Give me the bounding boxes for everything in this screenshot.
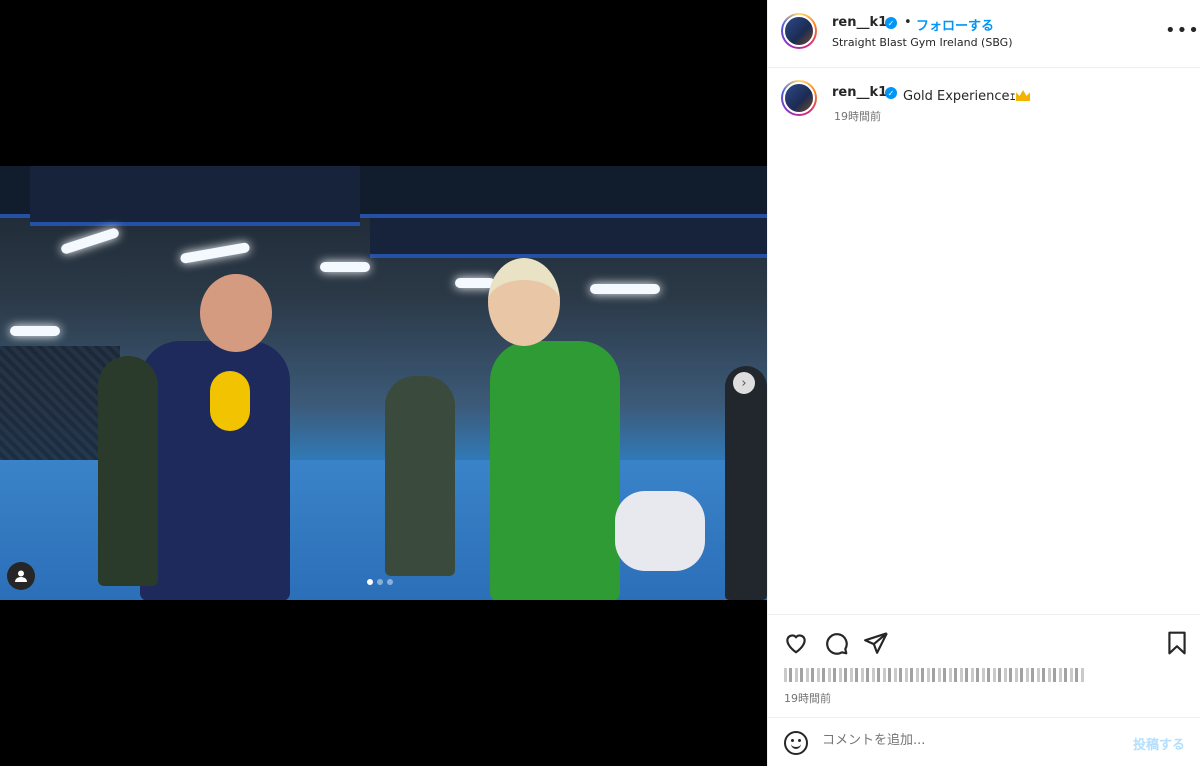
- fighter-right: [490, 341, 620, 600]
- tagged-users-button[interactable]: [7, 562, 35, 590]
- caption-username[interactable]: ren__k1: [832, 85, 887, 100]
- more-options-icon[interactable]: •••: [1165, 20, 1200, 41]
- header-username[interactable]: ren__k1: [832, 15, 887, 30]
- comment-input[interactable]: [822, 733, 1102, 748]
- action-bar: [768, 614, 1200, 655]
- comment-icon[interactable]: [823, 630, 849, 656]
- edge-person: [725, 366, 767, 600]
- ceiling-light: [590, 284, 660, 294]
- emoji-icon[interactable]: [784, 731, 808, 755]
- post-header: ren__k1 ✓ • フォローする Straight Blast Gym Ir…: [768, 0, 1200, 68]
- ceiling-beam: [370, 218, 767, 258]
- seated-person: [615, 491, 705, 571]
- crown-emoji-icon: [1016, 90, 1031, 101]
- ceiling-light: [10, 326, 60, 336]
- ceiling-light: [455, 278, 495, 288]
- user-icon: [15, 570, 27, 582]
- slide-dot: [377, 579, 383, 585]
- likes-summary[interactable]: [784, 668, 1084, 682]
- chevron-right-icon: ›: [741, 375, 747, 391]
- caption-text: Gold Experienceｪ: [903, 85, 1031, 104]
- location-link[interactable]: Straight Blast Gym Ireland (SBG): [832, 36, 1013, 49]
- separator-dot: •: [904, 15, 912, 30]
- instagram-post-modal: › ren__k1 ✓ • フォローする Straight Blast Gym …: [0, 0, 1200, 766]
- ceiling-light: [320, 262, 370, 272]
- avatar[interactable]: [781, 80, 817, 116]
- heart-icon[interactable]: [783, 630, 809, 656]
- caption-time: 19時間前: [834, 110, 881, 123]
- next-slide-button[interactable]: ›: [733, 372, 755, 394]
- share-icon[interactable]: [863, 630, 889, 656]
- post-comment-button[interactable]: 投稿する: [1133, 734, 1185, 753]
- follow-button[interactable]: フォローする: [916, 15, 994, 34]
- slide-indicator: [367, 579, 393, 585]
- slide-dot: [387, 579, 393, 585]
- comment-bar: 投稿する: [768, 717, 1200, 766]
- ceiling-light: [179, 241, 251, 265]
- ceiling-beam: [30, 166, 360, 226]
- fighter-right-head: [488, 258, 560, 346]
- slide-dot: [367, 579, 373, 585]
- fighter-left-head: [200, 274, 272, 352]
- post-time: 19時間前: [784, 692, 831, 705]
- post-sidebar: ren__k1 ✓ • フォローする Straight Blast Gym Ir…: [767, 0, 1200, 766]
- media-pane: ›: [0, 0, 767, 766]
- background-person: [385, 376, 455, 576]
- background-person: [98, 356, 158, 586]
- caption-body: Gold Experienceｪ: [903, 89, 1017, 104]
- ceiling-light: [59, 226, 121, 256]
- avatar[interactable]: [781, 13, 817, 49]
- bookmark-icon[interactable]: [1164, 630, 1190, 656]
- fighter-left-stripe: [210, 371, 250, 431]
- verified-badge-icon: ✓: [885, 17, 897, 29]
- verified-badge-icon: ✓: [885, 87, 897, 99]
- post-photo[interactable]: ›: [0, 166, 767, 600]
